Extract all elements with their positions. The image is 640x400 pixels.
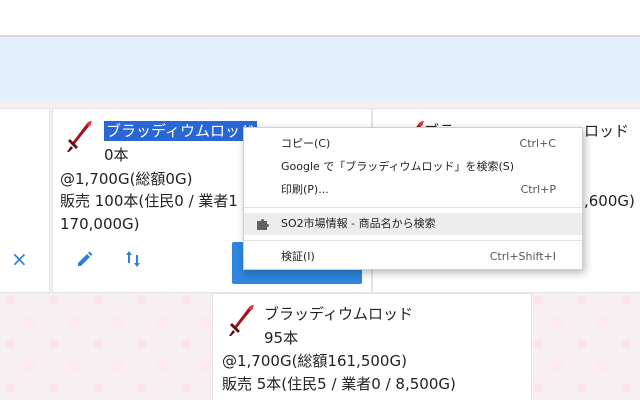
close-icon[interactable]: × [11, 249, 28, 269]
menu-item-shortcut: Ctrl+P [520, 183, 556, 196]
item-price: @1,700G(総額0G) [60, 170, 193, 188]
puzzle-icon [257, 218, 270, 230]
item-name-tail: ロッド [584, 122, 630, 140]
info-banner [0, 37, 640, 101]
menu-item-copy[interactable]: コピー(C) Ctrl+C [244, 133, 582, 155]
sword-icon [229, 305, 254, 336]
item-name-selected[interactable]: ブラッディウムロッド [104, 121, 257, 141]
item-card-left: × [0, 108, 50, 293]
item-total-partial: ,600G) [584, 192, 635, 210]
item-sale-continued: 170,000G) [60, 215, 140, 233]
menu-separator [244, 207, 582, 208]
menu-item-print[interactable]: 印刷(P)... Ctrl+P [244, 179, 582, 201]
top-bar [0, 0, 640, 36]
item-quantity: 95本 [264, 329, 299, 347]
menu-separator [244, 240, 582, 241]
menu-item-label: コピー(C) [281, 137, 331, 150]
item-sale: 販売 100本(住民0 / 業者1 [60, 192, 238, 210]
menu-item-inspect[interactable]: 検証(I) Ctrl+Shift+I [244, 246, 582, 268]
item-price: @1,700G(総額161,500G) [222, 352, 407, 370]
menu-item-so2-market-search[interactable]: SO2市場情報 - 商品名から検索 [244, 213, 582, 235]
context-menu: コピー(C) Ctrl+C Google で「ブラッディウムロッド」を検索(S)… [243, 127, 583, 270]
item-name: ブラッディウムロッド [264, 305, 413, 323]
sword-icon [67, 121, 92, 152]
menu-item-label: Google で「ブラッディウムロッド」を検索(S) [281, 160, 515, 173]
menu-item-label: 検証(I) [281, 250, 315, 263]
pencil-icon[interactable] [76, 250, 94, 268]
menu-item-label: 印刷(P)... [281, 183, 329, 196]
menu-item-label: SO2市場情報 - 商品名から検索 [281, 217, 436, 230]
menu-item-google-search[interactable]: Google で「ブラッディウムロッド」を検索(S) [244, 156, 582, 178]
swap-vertical-icon[interactable] [125, 250, 141, 268]
item-sale: 販売 5本(住民5 / 業者0 / 8,500G) [222, 375, 456, 393]
menu-item-shortcut: Ctrl+C [519, 137, 556, 150]
item-quantity: 0本 [104, 146, 129, 164]
menu-item-shortcut: Ctrl+Shift+I [489, 250, 556, 263]
